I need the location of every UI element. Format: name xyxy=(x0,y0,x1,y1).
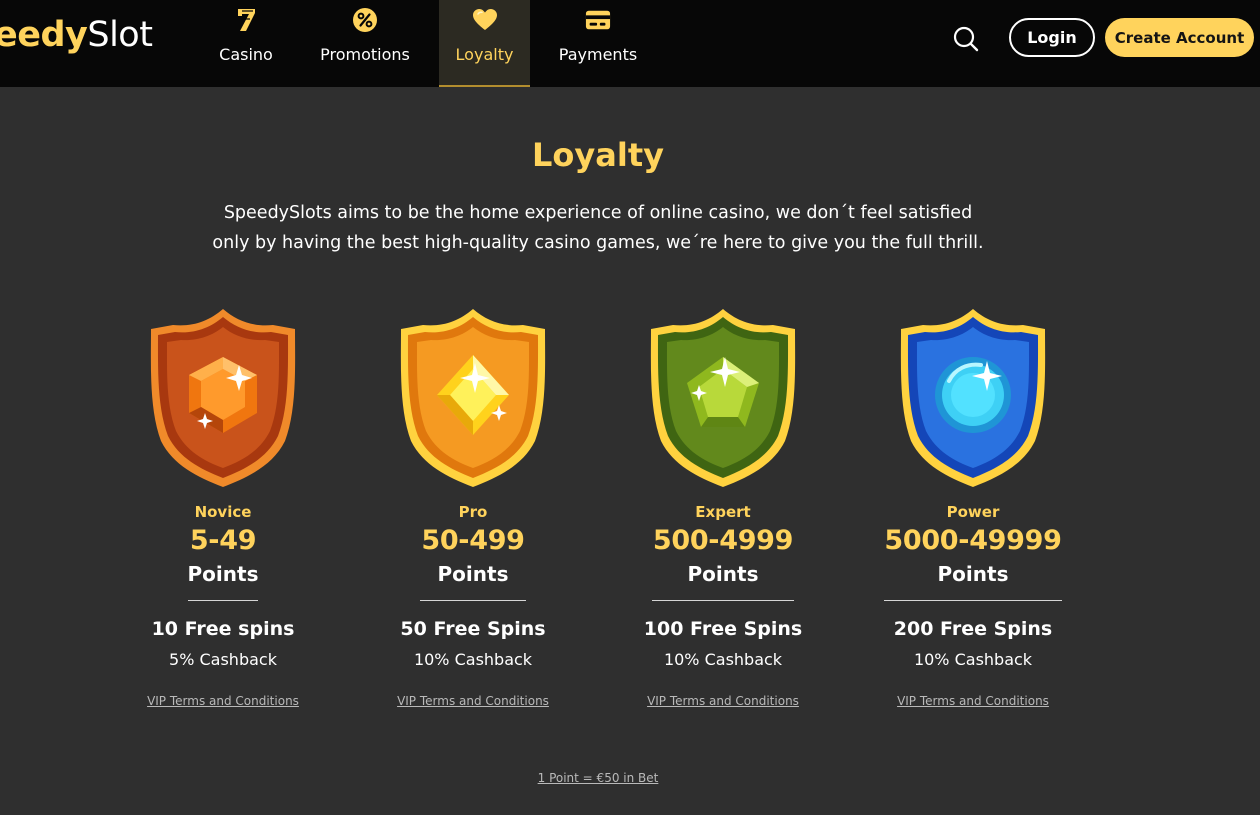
tier-points-label: Points xyxy=(937,562,1009,586)
logo-text-light: Slot xyxy=(87,15,153,55)
tier-name: Novice xyxy=(194,503,252,521)
tier-free-spins: 10 Free spins xyxy=(151,618,295,640)
top-bar: eedySlot Casino Promotions Loyalty Payme… xyxy=(0,0,1260,87)
nav-casino[interactable]: Casino xyxy=(206,0,286,87)
tier-cashback: 5% Cashback xyxy=(169,650,277,669)
logo-text-bold: eedy xyxy=(0,15,88,55)
nav-loyalty[interactable]: Loyalty xyxy=(439,0,530,87)
seven-icon xyxy=(233,7,259,33)
tier-cashback: 10% Cashback xyxy=(913,650,1033,669)
tier-name: Expert xyxy=(695,503,751,521)
create-account-button[interactable]: Create Account xyxy=(1105,18,1254,57)
tier-card-pro: Pro 50-499 Points 50 Free Spins 10% Cash… xyxy=(348,305,598,725)
tier-cashback: 10% Cashback xyxy=(413,650,533,669)
tier-free-spins: 100 Free Spins xyxy=(643,618,803,640)
intro-text: SpeedySlots aims to be the home experien… xyxy=(190,198,1006,258)
vip-terms-link[interactable]: VIP Terms and Conditions xyxy=(348,694,598,708)
tier-card-power: Power 5000-49999 Points 200 Free Spins 1… xyxy=(848,305,1098,725)
login-button[interactable]: Login xyxy=(1009,18,1095,57)
intro-line-2: only by having the best high-quality cas… xyxy=(212,233,984,253)
tier-points-label: Points xyxy=(437,562,509,586)
emerald-shield-icon xyxy=(645,305,801,491)
intro-line-1: SpeedySlots aims to be the home experien… xyxy=(223,203,973,223)
sapphire-shield-icon xyxy=(895,305,1051,491)
bronze-shield-icon xyxy=(145,305,301,491)
tier-free-spins: 200 Free Spins xyxy=(893,618,1053,640)
nav-promotions[interactable]: Promotions xyxy=(312,0,418,87)
tier-points-label: Points xyxy=(687,562,759,586)
gold-shield-icon xyxy=(395,305,551,491)
tier-divider xyxy=(420,600,526,601)
vip-terms-link[interactable]: VIP Terms and Conditions xyxy=(598,694,848,708)
vip-terms-link[interactable]: VIP Terms and Conditions xyxy=(98,694,348,708)
tier-divider xyxy=(188,600,258,601)
nav-payments-label: Payments xyxy=(558,45,638,64)
tier-name: Power xyxy=(946,503,1000,521)
nav-payments[interactable]: Payments xyxy=(550,0,646,87)
nav-promotions-label: Promotions xyxy=(320,45,410,64)
tier-card-expert: Expert 500-4999 Points 100 Free Spins 10… xyxy=(598,305,848,725)
nav-casino-label: Casino xyxy=(219,45,273,64)
tier-points-range: 50-499 xyxy=(421,525,525,556)
points-conversion-link[interactable]: 1 Point = €50 in Bet xyxy=(0,771,1196,785)
search-icon[interactable] xyxy=(952,25,980,53)
tier-points-range: 500-4999 xyxy=(652,525,794,556)
tier-card-novice: Novice 5-49 Points 10 Free spins 5% Cash… xyxy=(98,305,348,725)
tier-name: Pro xyxy=(458,503,488,521)
tier-divider xyxy=(652,600,794,601)
nav-loyalty-label: Loyalty xyxy=(455,45,514,64)
heart-icon xyxy=(472,7,498,33)
card-icon xyxy=(585,7,611,33)
logo[interactable]: eedySlot xyxy=(0,13,153,57)
tier-free-spins: 50 Free Spins xyxy=(400,618,546,640)
percent-icon xyxy=(352,7,378,33)
tier-points-label: Points xyxy=(187,562,259,586)
vip-terms-link[interactable]: VIP Terms and Conditions xyxy=(848,694,1098,708)
tier-points-range: 5000-49999 xyxy=(884,525,1062,556)
tier-divider xyxy=(884,600,1062,601)
tier-points-range: 5-49 xyxy=(189,525,257,556)
tier-cashback: 10% Cashback xyxy=(663,650,783,669)
page-title: Loyalty xyxy=(532,136,664,174)
